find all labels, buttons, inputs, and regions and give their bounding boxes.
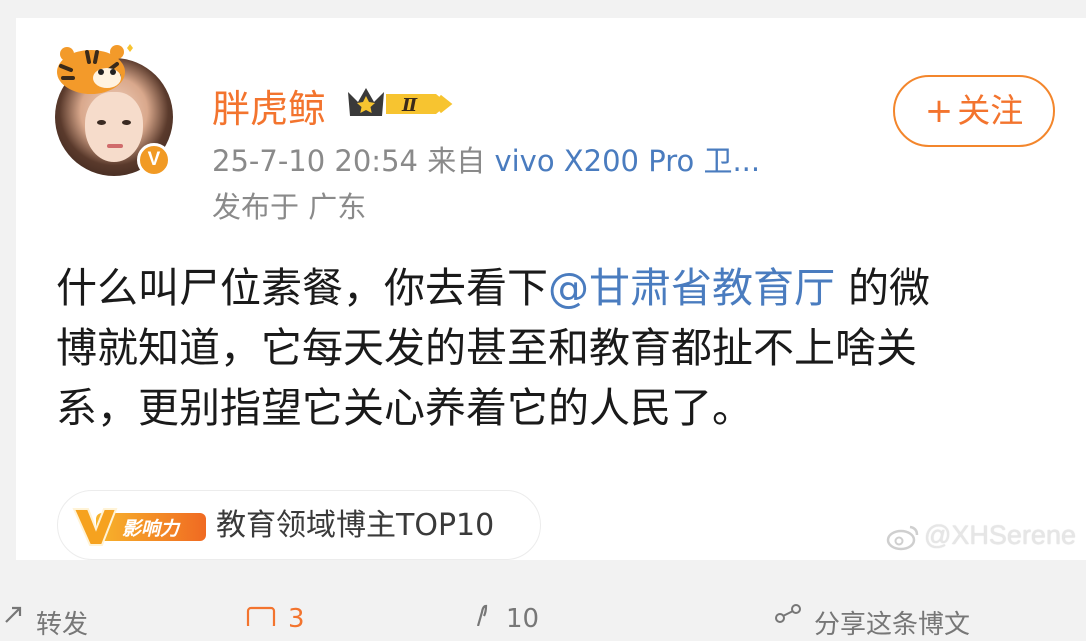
follow-button[interactable]: + 关注 (893, 75, 1055, 147)
member-level-badge-icon: Ⅱ (348, 88, 453, 116)
share-icon (775, 604, 801, 623)
share-label: 分享这条博文 (814, 610, 971, 640)
content-line-1: 什么叫尸位素餐，你去看下@甘肃省教育厅 的微 (56, 258, 1036, 318)
post-source-device[interactable]: vivo X200 Pro 卫... (494, 144, 760, 178)
source-prefix: 来自 (427, 144, 486, 178)
influence-label: 教育领域博主TOP10 (216, 508, 495, 543)
influence-badge-label: 影响力 (122, 518, 181, 540)
avatar-eye-right (122, 120, 131, 125)
post-location: 发布于 广东 (212, 190, 367, 224)
follow-label: 关注 (957, 91, 1024, 130)
action-bar: 转发 3 10 分享这条博文 (0, 596, 1086, 640)
username[interactable]: 胖虎鲸 (212, 78, 326, 133)
post-timestamp[interactable]: 25-7-10 20:54 (212, 144, 418, 178)
repost-label: 转发 (36, 610, 89, 640)
weibo-logo-icon (886, 525, 919, 551)
repost-button[interactable]: 转发 (2, 604, 88, 641)
content-line-2: 博就知道，它每天发的甚至和教育都扯不上啥关 (56, 324, 917, 372)
weibo-watermark: @XHSerene (886, 520, 1076, 551)
comment-button[interactable]: 3 (246, 604, 305, 634)
content-text: 什么叫尸位素餐，你去看下 (56, 264, 548, 312)
share-button[interactable]: 分享这条博文 (772, 604, 970, 641)
repost-icon (5, 606, 22, 623)
content-text: 的微 (835, 264, 931, 312)
post-content: 什么叫尸位素餐，你去看下@甘肃省教育厅 的微 博就知道，它每天发的甚至和教育都扯… (56, 258, 1036, 438)
comment-count: 3 (288, 604, 305, 634)
mention-link[interactable]: @甘肃省教育厅 (548, 264, 835, 312)
verified-badge-icon: V (137, 143, 171, 177)
avatar-eye-left (97, 120, 106, 125)
level-numeral: Ⅱ (401, 95, 418, 116)
post-meta: 25-7-10 20:54 来自 vivo X200 Pro 卫... (212, 138, 760, 180)
plus-icon: + (924, 91, 954, 131)
avatar-mouth (107, 144, 123, 148)
influence-badge-icon: V 影响力 (72, 508, 206, 546)
tiger-pendant-icon (57, 44, 133, 94)
like-button[interactable]: 10 (474, 604, 539, 634)
watermark-text: @XHSerene (924, 520, 1076, 550)
thumbs-up-icon (476, 604, 488, 626)
like-count: 10 (506, 604, 540, 634)
content-line-3: 系，更别指望它关心养着它的人民了。 (56, 384, 753, 432)
influence-tag[interactable]: V 影响力 教育领域博主TOP10 (57, 490, 541, 560)
comment-icon (246, 606, 276, 626)
